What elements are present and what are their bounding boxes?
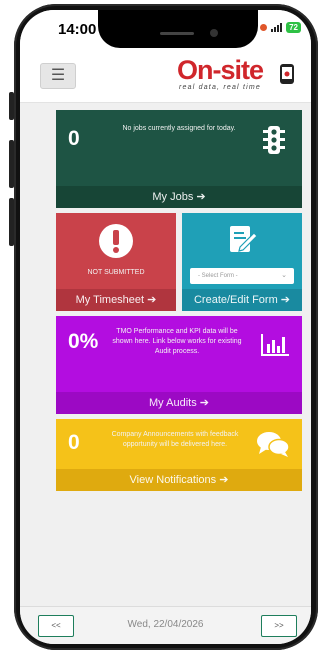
my-timesheet-link[interactable]: My Timesheet ➔ xyxy=(56,289,176,311)
exclamation-icon xyxy=(99,224,133,258)
notifications-count: 0 xyxy=(68,431,80,454)
my-timesheet-tile[interactable]: NOT SUBMITTED My Timesheet ➔ xyxy=(56,213,176,311)
app-header: ☰ On-site real data, real time xyxy=(20,50,311,103)
speaker-grille xyxy=(160,32,194,35)
select-form-dropdown[interactable]: - Select Form - ⌄ xyxy=(190,268,294,284)
notifications-tile[interactable]: 0 Company Announcements with feedback op… xyxy=(56,419,302,491)
signal-icon xyxy=(271,23,283,32)
bar-chart-icon xyxy=(261,334,289,356)
create-edit-form-tile: - Select Form - ⌄ Create/Edit Form ➔ xyxy=(182,213,302,311)
view-notifications-link[interactable]: View Notifications ➔ xyxy=(56,469,302,491)
front-camera-icon xyxy=(210,29,218,37)
my-audits-tile[interactable]: 0% TMO Performance and KPI data will be … xyxy=(56,316,302,414)
traffic-light-icon xyxy=(263,126,285,154)
next-day-button[interactable]: >> xyxy=(261,615,297,637)
app-screen: 14:00 72 ☰ On-site real data, real time xyxy=(20,10,311,644)
battery-icon: 72 xyxy=(286,22,301,33)
status-bar: 14:00 72 xyxy=(20,10,311,50)
chevron-down-icon: ⌄ xyxy=(281,272,287,279)
date-navigation-bar: << Wed, 22/04/2026 >> xyxy=(20,606,311,644)
audits-message: TMO Performance and KPI data will be sho… xyxy=(112,328,242,355)
create-edit-form-link[interactable]: Create/Edit Form ➔ xyxy=(182,289,302,311)
logo-text: On-site xyxy=(177,55,264,85)
jobs-count: 0 xyxy=(68,127,80,150)
phone-logo-icon xyxy=(280,64,294,84)
camera-notch xyxy=(98,10,258,48)
jobs-message: No jobs currently assigned for today. xyxy=(122,125,236,132)
timesheet-status: NOT SUBMITTED xyxy=(87,269,145,276)
hamburger-icon: ☰ xyxy=(50,67,66,84)
chat-bubbles-icon xyxy=(257,432,290,457)
status-time: 14:00 xyxy=(58,21,97,38)
my-audits-link[interactable]: My Audits ➔ xyxy=(56,392,302,414)
my-jobs-link[interactable]: My Jobs ➔ xyxy=(56,186,302,208)
logo-tagline: real data, real time xyxy=(179,84,261,91)
notification-dot-icon xyxy=(260,24,268,31)
my-jobs-tile[interactable]: 0 No jobs currently assigned for today. … xyxy=(56,110,302,208)
audits-percent: 0% xyxy=(68,330,99,353)
onsite-logo: On-site real data, real time xyxy=(177,55,297,95)
select-form-value: - Select Form - xyxy=(198,273,238,279)
menu-button[interactable]: ☰ xyxy=(40,63,76,89)
edit-document-icon xyxy=(230,226,258,252)
status-icons: 72 xyxy=(260,22,301,33)
notifications-message: Company Announcements with feedback oppo… xyxy=(111,431,239,448)
